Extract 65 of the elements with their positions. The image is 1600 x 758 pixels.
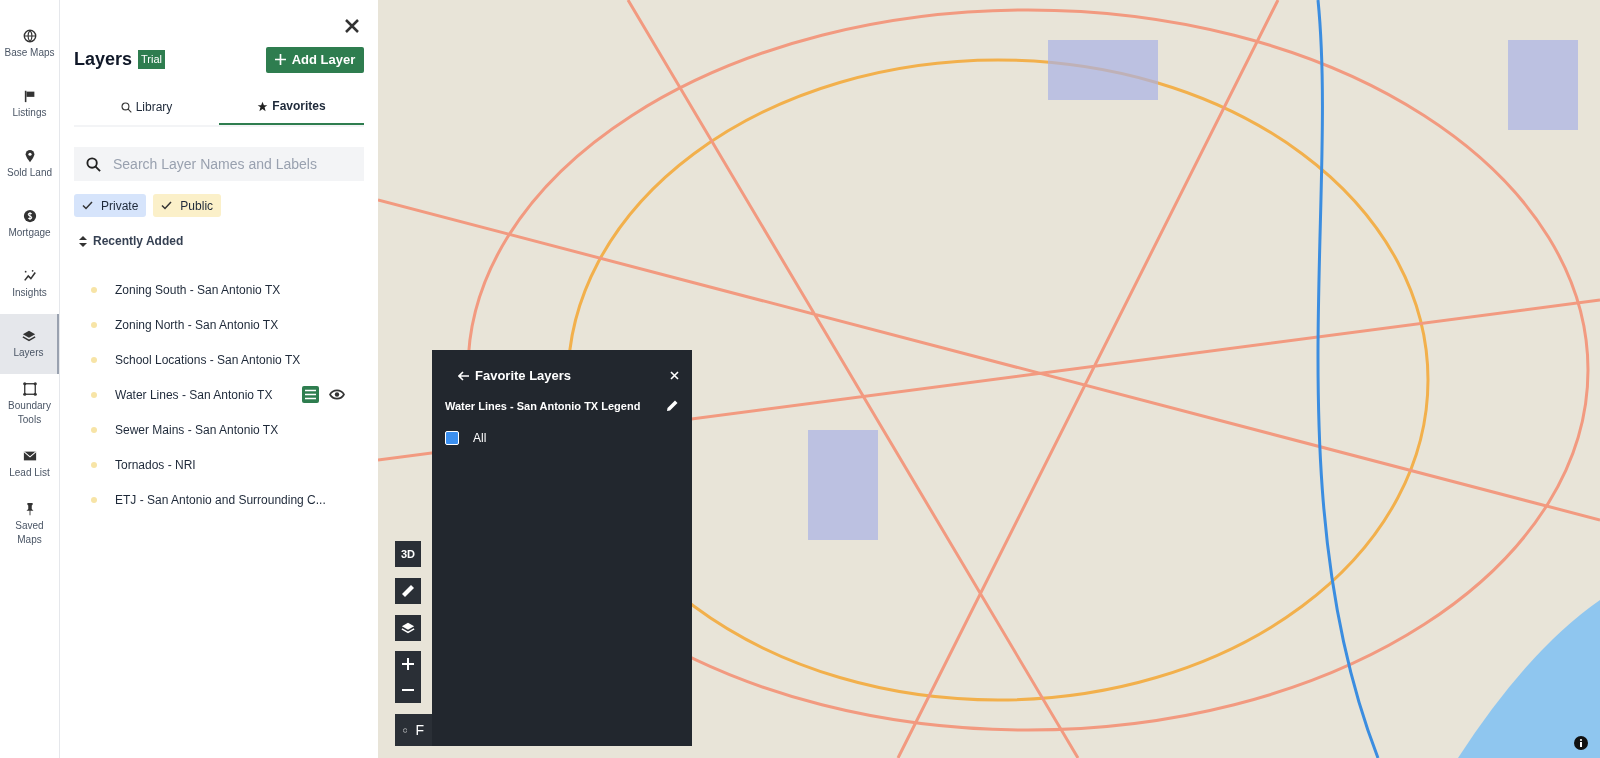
status-dot (91, 391, 97, 398)
trial-badge: Trial (138, 50, 166, 69)
status-dot (91, 461, 97, 468)
plus-icon (274, 54, 286, 65)
search-icon (86, 157, 101, 172)
tab[interactable]: Favorites (219, 89, 364, 125)
status-dot (91, 496, 97, 503)
layers-icon (21, 328, 36, 343)
globe-icon (22, 28, 37, 43)
dollar-coin-icon (22, 208, 37, 223)
search-icon (120, 101, 132, 113)
map-placeholder[interactable]: 3D F Favorite Layers Water Lines - San Antonio TX Legend All (378, 0, 1600, 758)
sort-icon[interactable] (79, 235, 87, 247)
layers-button[interactable] (395, 615, 421, 641)
nav-item[interactable]: Lead List (0, 434, 59, 494)
trend-chart-icon (22, 268, 37, 283)
nav-item[interactable]: Listings (0, 74, 59, 134)
layer-name[interactable]: Zoning South - San Antonio TX (115, 280, 281, 299)
legend-subtitle: Water Lines - San Antonio TX Legend (445, 398, 641, 414)
flag-icon (22, 88, 37, 103)
legend-item-label: All (473, 430, 487, 447)
nav-item[interactable]: Sold Land (0, 134, 59, 194)
eye-icon[interactable] (329, 389, 346, 400)
search-field[interactable]: Search Layer Names and Labels (74, 147, 364, 181)
legend-title: Favorite Layers (475, 367, 572, 385)
status-dot (91, 426, 97, 433)
layer-name[interactable]: Tornados - NRI (115, 455, 196, 474)
layer-name[interactable]: Zoning North - San Antonio TX (115, 315, 279, 334)
tab[interactable]: Library (74, 89, 219, 125)
layer-name[interactable]: ETJ - San Antonio and Surrounding C... (115, 490, 326, 509)
ruler-button[interactable] (395, 578, 421, 604)
envelope-icon (22, 448, 37, 463)
ruler-icon (401, 584, 415, 598)
layer-name[interactable]: School Locations - San Antonio TX (115, 350, 301, 369)
nav-item[interactable]: Boundary Tools (0, 374, 59, 434)
pencil-icon[interactable] (666, 399, 679, 413)
close-icon[interactable] (670, 371, 679, 381)
plus-icon (402, 658, 414, 670)
panel-title: Layers (74, 48, 133, 71)
nav-item[interactable]: Base Maps (0, 14, 59, 74)
layer-name[interactable]: Water Lines - San Antonio TX (115, 385, 273, 404)
nav-item[interactable]: Mortgage (0, 194, 59, 254)
layer-name[interactable]: Sewer Mains - San Antonio TX (115, 420, 279, 439)
status-dot (91, 356, 97, 363)
nav-item[interactable]: Saved Maps (0, 494, 59, 554)
list-icon[interactable] (302, 386, 320, 403)
checkmark-icon (161, 201, 173, 210)
info-icon[interactable] (1574, 736, 1588, 750)
filter-chip[interactable]: Public (153, 194, 222, 217)
legend-checkbox[interactable] (445, 431, 459, 445)
back-arrow-icon[interactable] (458, 370, 469, 381)
nav-item[interactable]: Insights (0, 254, 59, 314)
3d-button[interactable]: 3D (395, 541, 421, 567)
nav-item[interactable]: Layers (0, 314, 59, 374)
polygon-icon (22, 381, 37, 396)
star-icon (257, 100, 269, 112)
add-layer-button[interactable]: Add Layer (266, 46, 364, 73)
map-button[interactable]: F (395, 714, 432, 746)
sort-label[interactable]: Recently Added (93, 232, 184, 250)
status-dot (91, 286, 97, 293)
checkmark-icon (82, 201, 93, 210)
close-icon (344, 18, 360, 34)
status-dot (91, 321, 97, 328)
layers-icon (401, 621, 415, 635)
filter-chip[interactable]: Private (74, 194, 147, 217)
